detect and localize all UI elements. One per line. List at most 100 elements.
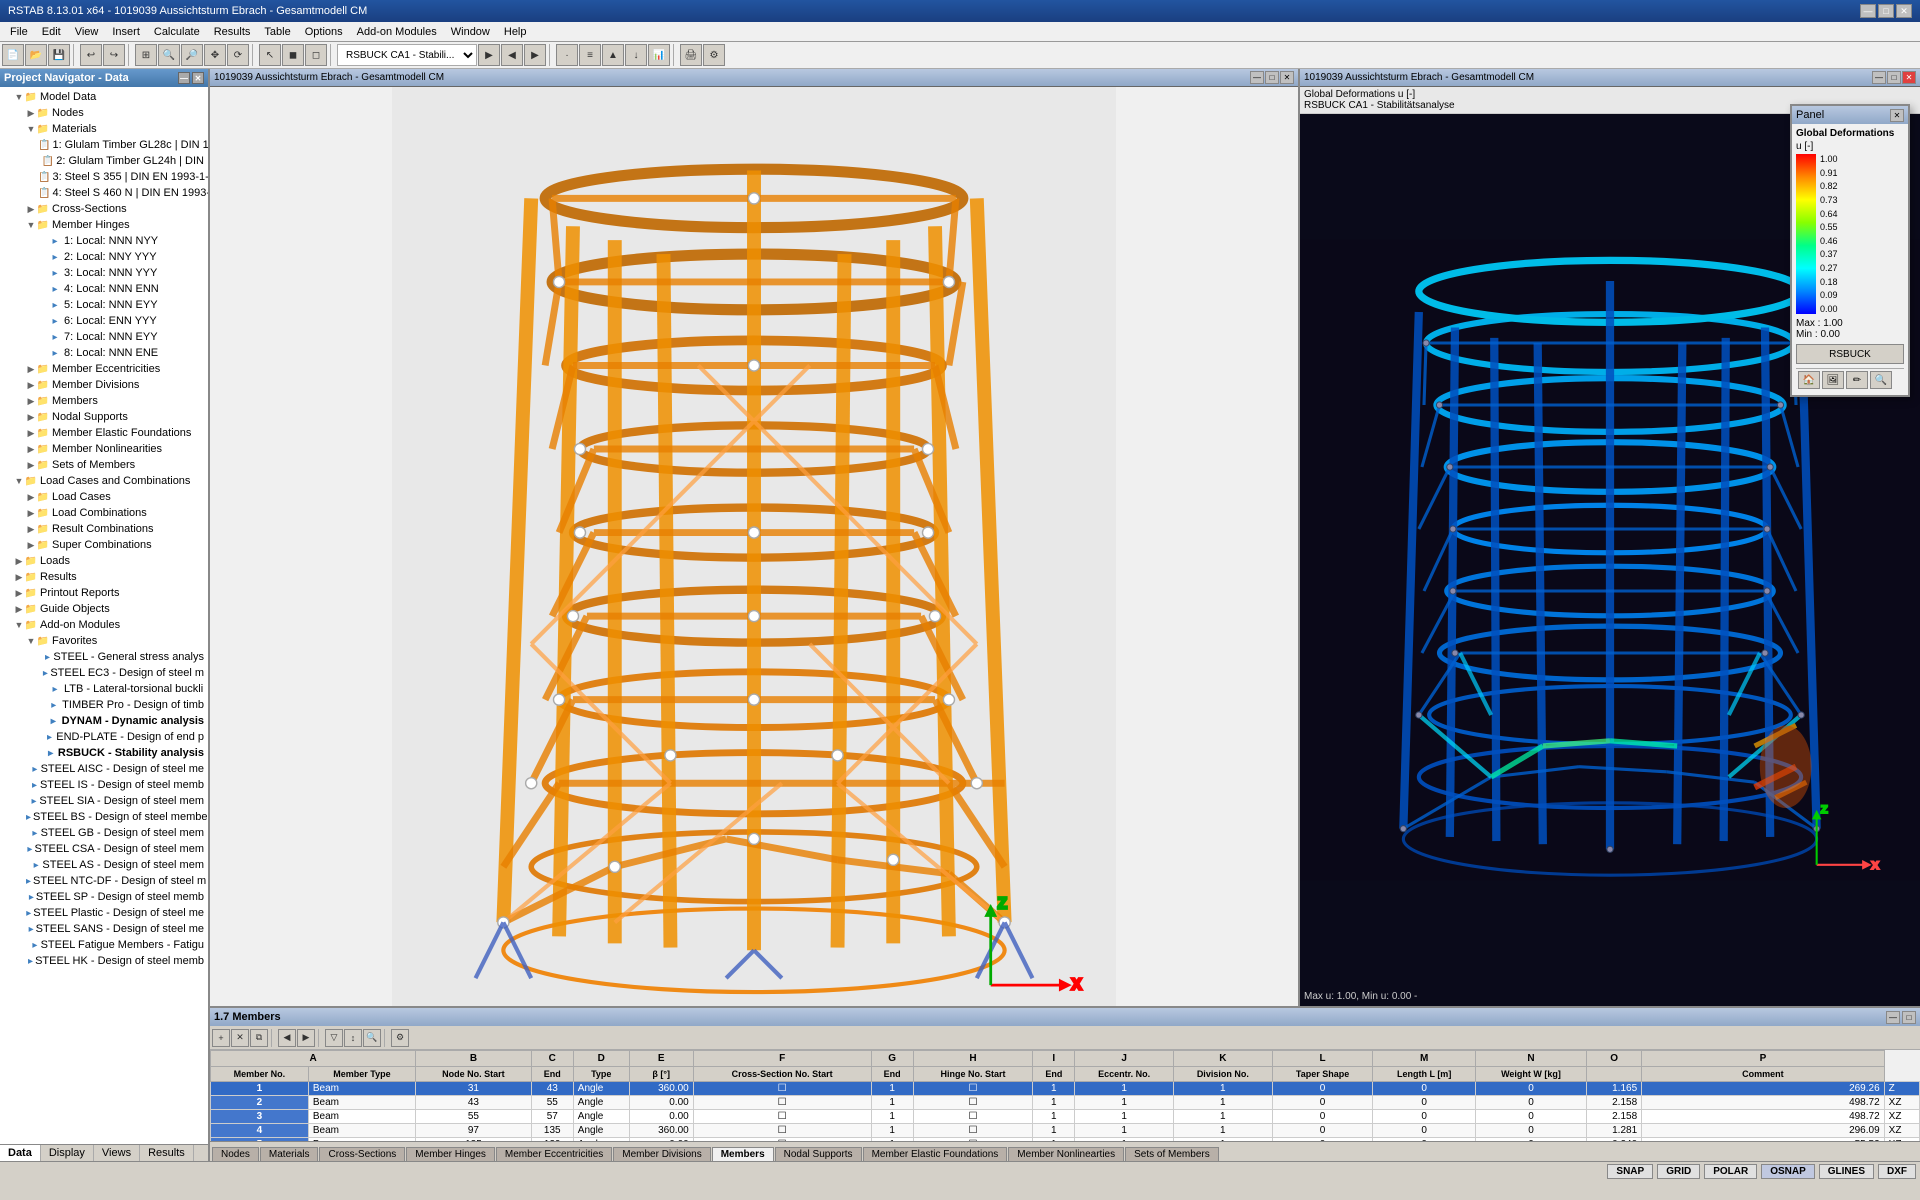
tree-steel-ntc[interactable]: ▸ STEEL NTC-DF - Design of steel m (2, 873, 206, 889)
tree-nodal-supports[interactable]: ▶ 📁 Nodal Supports (2, 409, 206, 425)
col-header-P[interactable]: P (1642, 1051, 1885, 1067)
tree-mat-2[interactable]: 📋 2: Glulam Timber GL24h | DIN (2, 153, 206, 169)
table-settings[interactable]: ⚙ (391, 1029, 409, 1047)
tab-materials[interactable]: Materials (260, 1147, 319, 1161)
tree-load-cases[interactable]: ▶ 📁 Load Cases (2, 489, 206, 505)
menu-window[interactable]: Window (445, 24, 496, 40)
zoom-in-icon[interactable]: 🔍 (158, 44, 180, 66)
tree-hinge-5[interactable]: ▸ 5: Local: NNN EYY (2, 297, 206, 313)
render-icon[interactable]: ◼ (282, 44, 304, 66)
tree-steel-fatigue[interactable]: ▸ STEEL Fatigue Members - Fatigu (2, 937, 206, 953)
tree-favorites[interactable]: ▼ 📁 Favorites (2, 633, 206, 649)
menu-table[interactable]: Table (258, 24, 296, 40)
popup-icon-2[interactable]: 🖼 (1822, 371, 1844, 389)
table-filter[interactable]: ▽ (325, 1029, 343, 1047)
col-header-E[interactable]: E (629, 1051, 693, 1067)
tree-timber[interactable]: ▸ TIMBER Pro - Design of timb (2, 697, 206, 713)
tree-steel-sans[interactable]: ▸ STEEL SANS - Design of steel me (2, 921, 206, 937)
result-icon[interactable]: 📊 (648, 44, 670, 66)
tab-nodal-supports[interactable]: Nodal Supports (775, 1147, 862, 1161)
tree-mat-1[interactable]: 📋 1: Glulam Timber GL28c | DIN 1 (2, 137, 206, 153)
tab-members[interactable]: Members (712, 1147, 774, 1161)
run-icon[interactable]: ▶ (478, 44, 500, 66)
col-header-D[interactable]: D (573, 1051, 629, 1067)
tree-materials[interactable]: ▼ 📁 Materials (2, 121, 206, 137)
panel-minimize[interactable]: — (178, 72, 190, 84)
table-restore[interactable]: □ (1902, 1011, 1916, 1024)
col-header-B[interactable]: B (416, 1051, 532, 1067)
table-sort[interactable]: ↕ (344, 1029, 362, 1047)
tree-steel-csa[interactable]: ▸ STEEL CSA - Design of steel mem (2, 841, 206, 857)
rsbuck-button[interactable]: RSBUCK (1796, 344, 1904, 364)
table-row[interactable]: 4 Beam 97 135 Angle 360.00 ☐ 1 ☐ 1 1 1 0… (211, 1124, 1920, 1138)
tree-steel-ec3[interactable]: ▸ STEEL EC3 - Design of steel m (2, 665, 206, 681)
prev-icon[interactable]: ◀ (501, 44, 523, 66)
print-icon[interactable]: 🖨 (680, 44, 702, 66)
glines-btn[interactable]: GLINES (1819, 1164, 1874, 1179)
tab-sets-members[interactable]: Sets of Members (1125, 1147, 1219, 1161)
tree-loads[interactable]: ▶ 📁 Loads (2, 553, 206, 569)
view-close-btn[interactable]: ✕ (1280, 71, 1294, 84)
pan-icon[interactable]: ✥ (204, 44, 226, 66)
zoom-out-icon[interactable]: 🔎 (181, 44, 203, 66)
tree-hinge-1[interactable]: ▸ 1: Local: NNN NYY (2, 233, 206, 249)
col-header-J[interactable]: J (1075, 1051, 1174, 1067)
tree-hinge-2[interactable]: ▸ 2: Local: NNY YYY (2, 249, 206, 265)
grid-btn[interactable]: GRID (1657, 1164, 1700, 1179)
view-restore-btn[interactable]: □ (1265, 71, 1279, 84)
load-icon[interactable]: ↓ (625, 44, 647, 66)
analysis-dropdown[interactable]: RSBUCK CA1 - Stabili... (337, 44, 477, 66)
close-button[interactable]: ✕ (1896, 4, 1912, 18)
tree-dynam[interactable]: ▸ DYNAM - Dynamic analysis (2, 713, 206, 729)
tree-sets-members[interactable]: ▶ 📁 Sets of Members (2, 457, 206, 473)
panel-close[interactable]: ✕ (192, 72, 204, 84)
table-minimize[interactable]: — (1886, 1011, 1900, 1024)
tab-nodes[interactable]: Nodes (212, 1147, 259, 1161)
col-header-A[interactable]: A (211, 1051, 416, 1067)
tree-steel-bs[interactable]: ▸ STEEL BS - Design of steel membe (2, 809, 206, 825)
tree-mat-3[interactable]: 📋 3: Steel S 355 | DIN EN 1993-1- (2, 169, 206, 185)
undo-icon[interactable]: ↩ (80, 44, 102, 66)
tree-hinge-4[interactable]: ▸ 4: Local: NNN ENN (2, 281, 206, 297)
rotate-icon[interactable]: ⟳ (227, 44, 249, 66)
table-row[interactable]: 1 Beam 31 43 Angle 360.00 ☐ 1 ☐ 1 1 1 0 … (211, 1082, 1920, 1096)
tree-cross-sections[interactable]: ▶ 📁 Cross-Sections (2, 201, 206, 217)
menu-insert[interactable]: Insert (106, 24, 146, 40)
tab-elastic-found[interactable]: Member Elastic Foundations (863, 1147, 1008, 1161)
popup-icon-1[interactable]: 🏠 (1798, 371, 1820, 389)
polar-btn[interactable]: POLAR (1704, 1164, 1757, 1179)
tab-views[interactable]: Views (94, 1145, 140, 1161)
table-content[interactable]: A B C D E F G H I J K L M (210, 1050, 1920, 1141)
tree-mat-4[interactable]: 📋 4: Steel S 460 N | DIN EN 1993- (2, 185, 206, 201)
save-icon[interactable]: 💾 (48, 44, 70, 66)
tab-member-div[interactable]: Member Divisions (613, 1147, 710, 1161)
col-header-H[interactable]: H (913, 1051, 1033, 1067)
table-next[interactable]: ▶ (297, 1029, 315, 1047)
tree-results[interactable]: ▶ 📁 Results (2, 569, 206, 585)
osnap-btn[interactable]: OSNAP (1761, 1164, 1815, 1179)
menu-options[interactable]: Options (299, 24, 349, 40)
table-row[interactable]: 3 Beam 55 57 Angle 0.00 ☐ 1 ☐ 1 1 1 0 0 … (211, 1110, 1920, 1124)
tree-hinge-7[interactable]: ▸ 7: Local: NNN EYY (2, 329, 206, 345)
tree-load-combs[interactable]: ▶ 📁 Load Combinations (2, 505, 206, 521)
tree-hinge-3[interactable]: ▸ 3: Local: NNN YYY (2, 265, 206, 281)
tree-end-plate[interactable]: ▸ END-PLATE - Design of end p (2, 729, 206, 745)
tab-nonlinearties[interactable]: Member Nonlinearties (1008, 1147, 1124, 1161)
table-delete-row[interactable]: ✕ (231, 1029, 249, 1047)
tree-guide[interactable]: ▶ 📁 Guide Objects (2, 601, 206, 617)
tree-member-div[interactable]: ▶ 📁 Member Divisions (2, 377, 206, 393)
tree-ltb[interactable]: ▸ LTB - Lateral-torsional buckli (2, 681, 206, 697)
tree-steel-as[interactable]: ▸ STEEL AS - Design of steel mem (2, 857, 206, 873)
tab-display[interactable]: Display (41, 1145, 94, 1161)
popup-icon-3[interactable]: ✏ (1846, 371, 1868, 389)
col-header-I[interactable]: I (1033, 1051, 1075, 1067)
minimize-button[interactable]: — (1860, 4, 1876, 18)
col-header-M[interactable]: M (1373, 1051, 1475, 1067)
menu-results[interactable]: Results (208, 24, 257, 40)
menu-addon[interactable]: Add-on Modules (351, 24, 443, 40)
view-canvas-left[interactable]: X Z (210, 87, 1298, 1006)
redo-icon[interactable]: ↪ (103, 44, 125, 66)
tree-steel-plastic[interactable]: ▸ STEEL Plastic - Design of steel me (2, 905, 206, 921)
menu-view[interactable]: View (69, 24, 105, 40)
popup-close-btn[interactable]: ✕ (1890, 109, 1904, 122)
